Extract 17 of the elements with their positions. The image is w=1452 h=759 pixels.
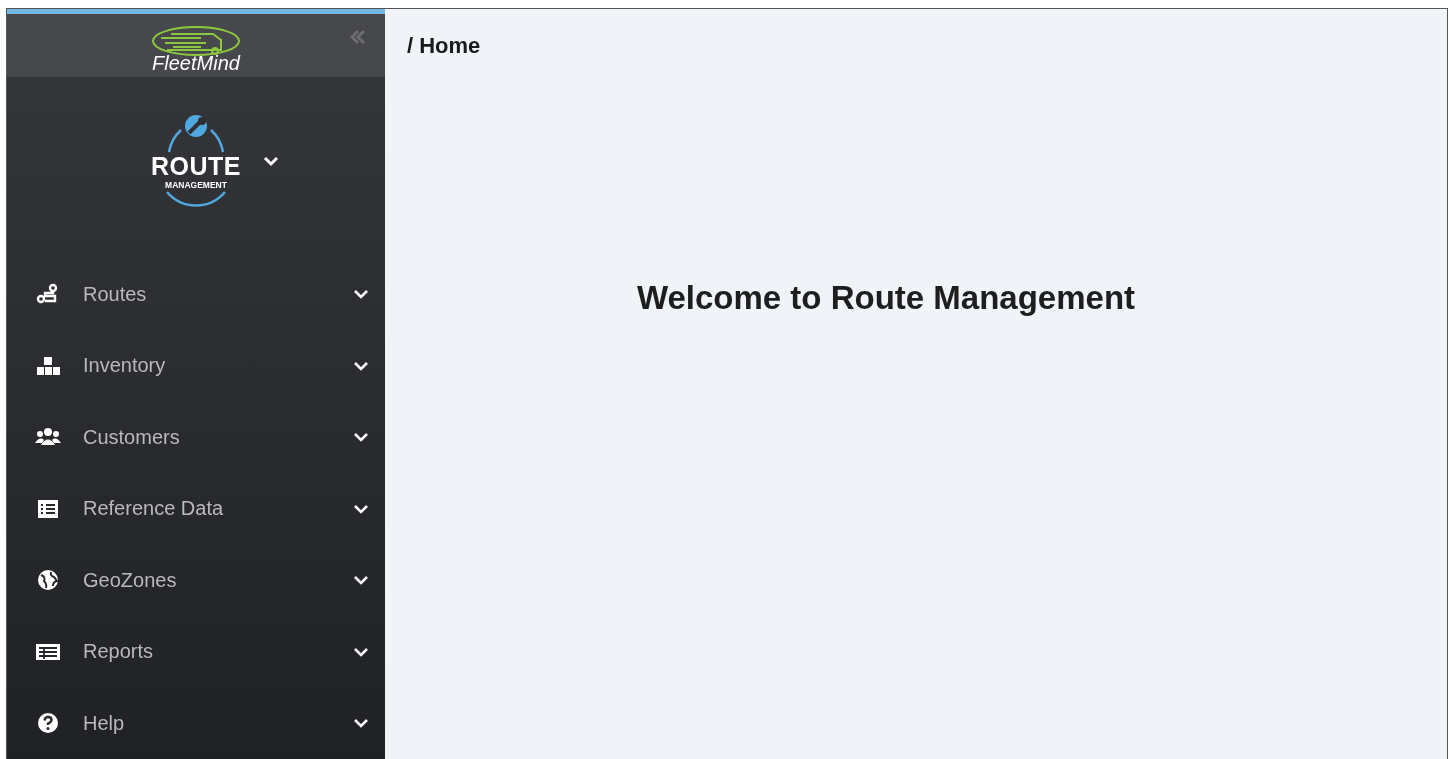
menu-item[interactable]: Routes: [7, 258, 385, 330]
boxes-icon: [35, 354, 61, 377]
brand-name: FleetMind: [152, 51, 240, 75]
globe-icon: [35, 569, 61, 592]
help-icon: [35, 712, 61, 735]
breadcrumb: / Home: [407, 33, 481, 59]
menu-item[interactable]: GeoZones: [7, 544, 385, 616]
menu-item[interactable]: Customers: [7, 401, 385, 473]
menu-item[interactable]: Help: [7, 687, 385, 759]
menu-item[interactable]: Reference Data: [7, 473, 385, 545]
menu-item[interactable]: Reports: [7, 616, 385, 688]
module-dropdown[interactable]: [263, 155, 279, 168]
welcome-heading: Welcome to Route Management: [635, 279, 1137, 317]
module-subtitle: MANAGEMENT: [165, 178, 227, 191]
module-title: ROUTE: [151, 153, 241, 179]
list-icon: [35, 497, 61, 520]
menu-item[interactable]: Inventory: [7, 330, 385, 402]
